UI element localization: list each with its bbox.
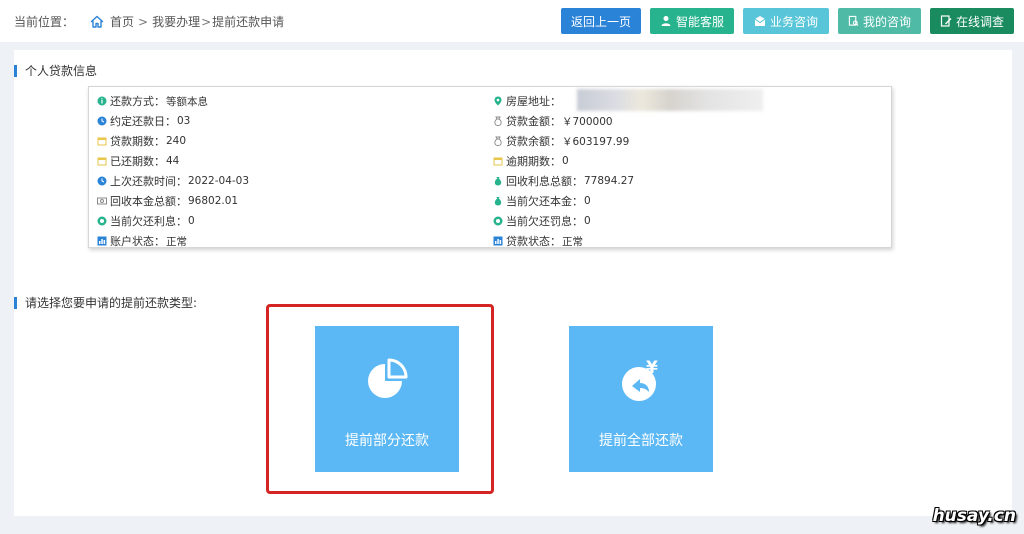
coin-icon	[493, 216, 503, 226]
loan-info-key: 房屋地址：	[506, 95, 561, 108]
loan-info-value: 44	[166, 155, 180, 167]
calendar-icon	[97, 137, 107, 146]
clock-icon	[97, 116, 107, 126]
loan-info-key: 还款方式：	[110, 95, 165, 108]
loan-info-row: 逾期期数： 0	[493, 151, 634, 171]
chart-icon	[493, 236, 503, 246]
watermark: husay.cn	[932, 506, 1016, 526]
location-icon	[494, 96, 502, 106]
loan-info-value: 0	[584, 195, 591, 207]
loan-info-row: 贷款状态： 正常	[493, 231, 634, 251]
loan-info-row: 已还期数： 44	[97, 151, 249, 171]
loan-info-key: 回收本金总额：	[110, 195, 187, 208]
chart-icon	[97, 236, 107, 246]
loan-info-row: 当前欠还利息： 0	[97, 211, 249, 231]
loan-info-row: 当前欠还罚息： 0	[493, 211, 634, 231]
loan-info-key: 贷款余额：	[506, 135, 561, 148]
smart-service-button[interactable]: 智能客服	[650, 8, 734, 34]
loan-info-key: 当前欠还罚息：	[506, 215, 583, 228]
mail-icon	[754, 16, 766, 26]
loan-info-row: 贷款金额： ￥700000	[493, 111, 634, 131]
full-repayment-option[interactable]: ¥ 提前全部还款	[569, 326, 713, 472]
loan-info-value: ￥603197.99	[562, 135, 630, 148]
loan-info-key: 当前欠还本金：	[506, 195, 583, 208]
loan-info-key: 账户状态：	[110, 235, 165, 248]
loan-info-row: 贷款余额： ￥603197.99	[493, 131, 634, 151]
loan-info-row: 回收本金总额： 96802.01	[97, 191, 249, 211]
back-button-label: 返回上一页	[571, 14, 632, 29]
loan-info-value: 2022-04-03	[188, 175, 250, 187]
breadcrumb-separator: >	[201, 14, 212, 29]
loan-info-value: 0	[562, 155, 569, 167]
loan-info-value: 96802.01	[188, 195, 239, 207]
toolbar: 返回上一页 智能客服 业务咨询 我的咨询 在线调查	[561, 8, 1014, 34]
loan-info-right-column: 房屋地址： 贷款金额： ￥700000 贷款余额： ￥603197.99 逾期期数： 0 回收…	[493, 91, 634, 251]
document-search-icon	[848, 15, 859, 26]
loan-info-row: 贷款期数： 240	[97, 131, 249, 151]
business-consult-button[interactable]: 业务咨询	[743, 8, 829, 34]
moneybag-icon	[494, 177, 502, 186]
home-icon[interactable]	[90, 15, 104, 29]
redacted-address	[577, 89, 763, 111]
loan-info-value: 03	[177, 115, 191, 127]
loan-info-value: 0	[188, 215, 195, 227]
loan-info-title: 个人贷款信息	[14, 62, 97, 79]
loan-info-value: 正常	[166, 235, 187, 248]
breadcrumb-current: 提前还款申请	[212, 15, 285, 29]
loan-info-row: 回收利息总额： 77894.27	[493, 171, 634, 191]
info-icon	[97, 96, 107, 106]
coin-icon	[97, 216, 107, 226]
breadcrumb-handle[interactable]: 我要办理	[152, 13, 200, 30]
loan-info-value: 等额本息	[166, 95, 208, 108]
loan-info-key: 贷款金额：	[506, 115, 561, 128]
loan-info-key: 贷款状态：	[506, 235, 561, 248]
loan-info-row: 上次还款时间： 2022-04-03	[97, 171, 249, 191]
loan-info-value: 77894.27	[584, 175, 635, 187]
svg-text:¥: ¥	[646, 358, 658, 378]
loan-info-left-column: 还款方式： 等额本息 约定还款日： 03 贷款期数： 240 已还期数： 44 上次还款时间： 2…	[97, 91, 249, 251]
clock-icon	[97, 176, 107, 186]
loan-info-key: 约定还款日：	[110, 115, 176, 128]
calendar-icon	[493, 157, 503, 166]
online-survey-label: 在线调查	[955, 14, 1004, 29]
loan-info-row: 还款方式： 等额本息	[97, 91, 249, 111]
breadcrumb-label: 当前位置：	[14, 15, 75, 29]
loan-info-key: 回收利息总额：	[506, 175, 583, 188]
loan-info-key: 当前欠还利息：	[110, 215, 187, 228]
loan-info-key: 逾期期数：	[506, 155, 561, 168]
smart-service-label: 智能客服	[675, 14, 724, 29]
yuan-return-icon: ¥	[622, 358, 658, 401]
repayment-type-title: 请选择您要申请的提前还款类型:	[14, 294, 197, 311]
loan-info-value: ￥700000	[562, 115, 613, 128]
breadcrumb: 当前位置： 首页 > 我要办理 > 提前还款申请	[14, 13, 284, 30]
loan-info-key: 贷款期数：	[110, 135, 165, 148]
selection-highlight-box	[266, 304, 494, 494]
back-button[interactable]: 返回上一页	[561, 8, 641, 34]
my-consult-button[interactable]: 我的咨询	[838, 8, 921, 34]
loan-info-value: 0	[584, 215, 591, 227]
full-repayment-label: 提前全部还款	[599, 433, 683, 449]
loan-info-row: 当前欠还本金： 0	[493, 191, 634, 211]
top-bar: 当前位置： 首页 > 我要办理 > 提前还款申请 返回上一页 智能客服 业务咨询…	[0, 0, 1024, 42]
loan-info-value: 240	[166, 135, 187, 147]
online-survey-button[interactable]: 在线调查	[930, 8, 1014, 34]
bag-icon	[494, 116, 502, 126]
loan-info-value: 正常	[562, 235, 583, 248]
calendar-icon	[97, 157, 107, 166]
money-icon	[97, 197, 107, 205]
moneybag-icon	[494, 197, 502, 206]
edit-icon	[940, 15, 952, 27]
my-consult-label: 我的咨询	[862, 14, 911, 29]
loan-info-card: 还款方式： 等额本息 约定还款日： 03 贷款期数： 240 已还期数： 44 上次还款时间： 2…	[88, 86, 892, 248]
main-panel: 个人贷款信息 还款方式： 等额本息 约定还款日： 03 贷款期数： 240 已还期数： 44 上…	[14, 50, 1012, 516]
loan-info-row: 约定还款日： 03	[97, 111, 249, 131]
breadcrumb-home[interactable]: 首页	[110, 13, 134, 30]
business-consult-label: 业务咨询	[769, 14, 818, 29]
loan-info-key: 已还期数：	[110, 155, 165, 168]
user-icon	[661, 16, 671, 26]
loan-info-row: 账户状态： 正常	[97, 231, 249, 251]
bag-icon	[494, 136, 502, 146]
breadcrumb-separator: >	[138, 14, 149, 29]
loan-info-key: 上次还款时间：	[110, 175, 187, 188]
